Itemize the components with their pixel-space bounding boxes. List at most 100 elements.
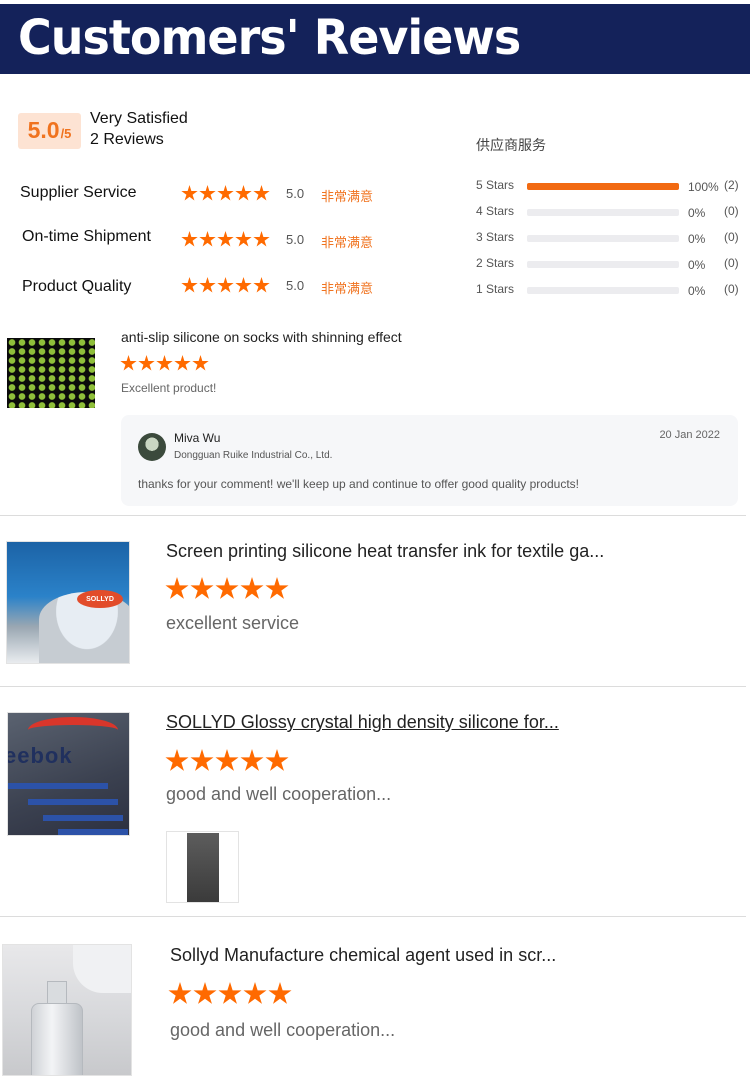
star-icon <box>215 577 239 599</box>
star-icon <box>265 749 289 771</box>
star-icon <box>165 577 189 599</box>
star-icon <box>243 982 267 1004</box>
metric-score-on-time-shipment: 5.0 <box>286 232 305 247</box>
review-4-product-title[interactable]: Sollyd Manufacture chemical agent used i… <box>170 945 556 966</box>
distribution-title: 供应商服务 <box>476 137 546 153</box>
star-icon <box>181 277 198 293</box>
star-icon <box>165 749 189 771</box>
distribution-percent: 0% <box>688 232 706 246</box>
distribution-count: (0) <box>724 282 739 296</box>
distribution-count: (0) <box>724 204 739 218</box>
star-icon <box>156 355 173 371</box>
product-logo: SOLLYD <box>77 590 123 608</box>
star-icon <box>215 749 239 771</box>
overall-score-badge: 5.0/5 <box>18 113 81 149</box>
review-4-text: good and well cooperation... <box>170 1020 396 1040</box>
star-icon <box>253 231 270 247</box>
review-1-text: Excellent product! <box>121 381 217 395</box>
page-title: Customers' Reviews <box>18 8 521 66</box>
avatar <box>138 433 166 461</box>
supplier-reply: Miva Wu Dongguan Ruike Industrial Co., L… <box>121 415 738 506</box>
reply-company: Dongguan Ruike Industrial Co., Ltd. <box>174 450 333 461</box>
header-banner: Customers' Reviews <box>0 4 750 74</box>
product-print-text: eebok <box>7 743 73 768</box>
metric-rating-product-quality: 非常满意 <box>321 281 374 296</box>
review-1-product-image[interactable] <box>7 338 95 408</box>
distribution-percent: 0% <box>688 206 706 220</box>
reply-date: 20 Jan 2022 <box>659 429 720 441</box>
review-3-text: good and well cooperation... <box>166 784 392 804</box>
review-2-text: excellent service <box>166 613 300 633</box>
review-3-product-image[interactable]: eebok <box>7 712 130 836</box>
reply-text: thanks for your comment! we'll keep up a… <box>138 477 579 491</box>
divider <box>0 916 746 917</box>
distribution-count: (2) <box>724 178 739 192</box>
review-4-product-image[interactable] <box>2 944 132 1076</box>
distribution-count: (0) <box>724 230 739 244</box>
star-icon <box>240 577 264 599</box>
star-icon <box>199 185 216 201</box>
distribution-label: 4 Stars <box>476 204 515 218</box>
divider <box>0 515 746 516</box>
metric-score-supplier-service: 5.0 <box>286 186 305 201</box>
review-2-stars <box>165 577 289 601</box>
distribution-percent: 0% <box>688 284 706 298</box>
metric-stars-supplier-service <box>181 185 270 202</box>
review-1-product-title[interactable]: anti-slip silicone on socks with shinnin… <box>121 329 402 345</box>
score-max: /5 <box>60 126 72 141</box>
reply-author-name: Miva Wu <box>174 431 221 445</box>
distribution-bar <box>527 183 679 190</box>
review-3-product-title[interactable]: SOLLYD Glossy crystal high density silic… <box>166 712 559 733</box>
distribution-label: 1 Stars <box>476 282 515 296</box>
divider <box>0 686 746 687</box>
star-icon <box>217 277 234 293</box>
star-icon <box>240 749 264 771</box>
distribution-bar <box>527 235 679 242</box>
star-icon <box>253 185 270 201</box>
star-icon <box>235 185 252 201</box>
review-count: 2 Reviews <box>90 131 164 148</box>
metric-label-product-quality: Product Quality <box>22 278 132 295</box>
star-icon <box>193 982 217 1004</box>
distribution-percent: 0% <box>688 258 706 272</box>
star-icon <box>190 749 214 771</box>
metric-stars-on-time-shipment <box>181 231 270 248</box>
distribution-bar-fill <box>527 183 679 190</box>
distribution-bar <box>527 261 679 268</box>
distribution-bar <box>527 287 679 294</box>
star-icon <box>235 277 252 293</box>
distribution-count: (0) <box>724 256 739 270</box>
star-icon <box>192 355 209 371</box>
overall-score: 5.0 <box>27 117 60 143</box>
star-icon <box>265 577 289 599</box>
metric-stars-product-quality <box>181 277 270 294</box>
distribution-label: 2 Stars <box>476 256 515 270</box>
review-4-stars <box>168 982 292 1006</box>
metric-label-supplier-service: Supplier Service <box>20 184 137 201</box>
review-3-stars <box>165 749 289 773</box>
review-2-product-image[interactable]: SOLLYD <box>6 541 130 664</box>
star-icon <box>235 231 252 247</box>
review-3-attached-photo[interactable] <box>166 831 239 903</box>
review-2-product-title[interactable]: Screen printing silicone heat transfer i… <box>166 541 604 562</box>
star-icon <box>218 982 242 1004</box>
distribution-bar <box>527 209 679 216</box>
distribution-label: 5 Stars <box>476 178 515 192</box>
star-icon <box>217 231 234 247</box>
satisfaction-label: Very Satisfied <box>90 110 188 127</box>
star-icon <box>199 277 216 293</box>
star-icon <box>268 982 292 1004</box>
distribution-label: 3 Stars <box>476 230 515 244</box>
star-icon <box>174 355 191 371</box>
review-1-stars <box>120 355 209 372</box>
metric-label-on-time-shipment: On-time Shipment <box>22 228 151 245</box>
distribution-percent: 100% <box>688 180 719 194</box>
metric-score-product-quality: 5.0 <box>286 278 305 293</box>
metric-rating-on-time-shipment: 非常满意 <box>321 235 374 250</box>
metric-rating-supplier-service: 非常满意 <box>321 189 374 204</box>
star-icon <box>181 231 198 247</box>
star-icon <box>190 577 214 599</box>
star-icon <box>253 277 270 293</box>
star-icon <box>138 355 155 371</box>
star-icon <box>120 355 137 371</box>
